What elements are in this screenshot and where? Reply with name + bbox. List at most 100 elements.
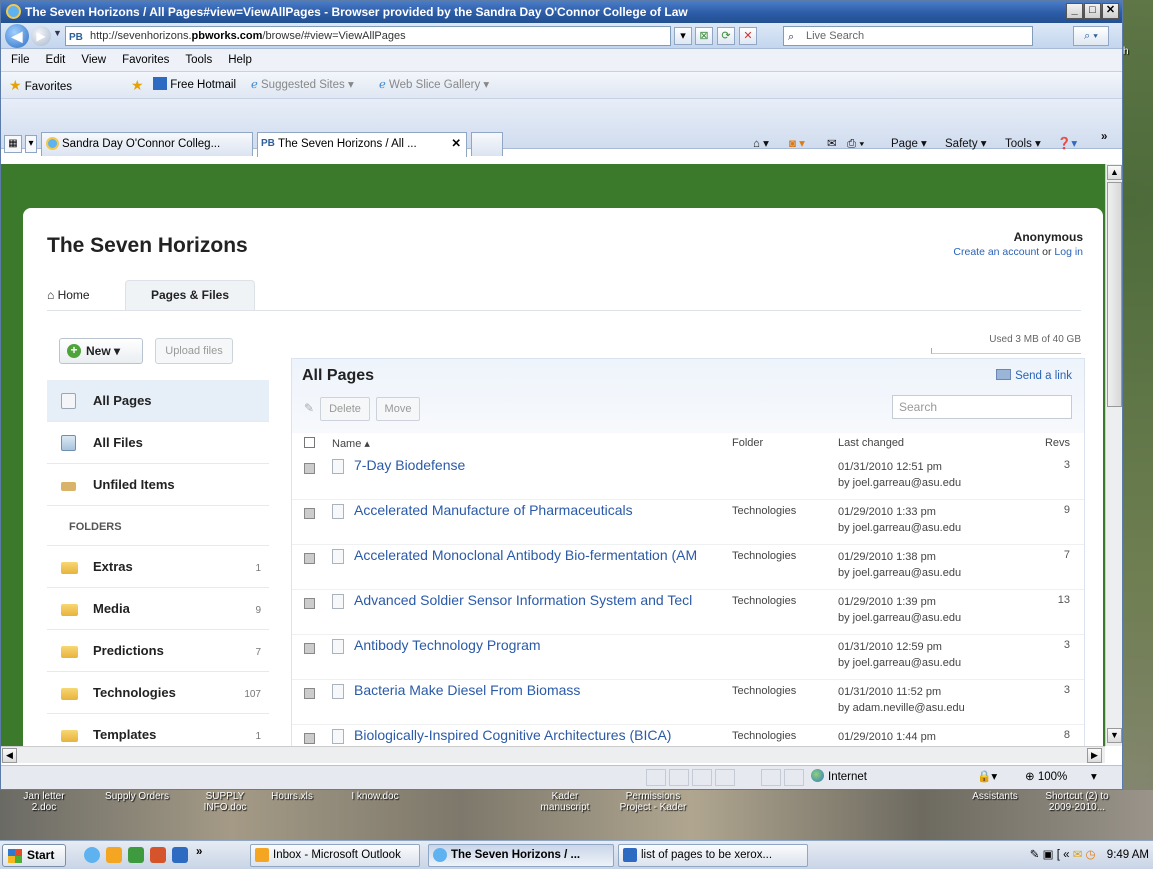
desktop-icon[interactable]: I know.doc bbox=[335, 791, 415, 802]
stop-icon[interactable]: ✕ bbox=[739, 27, 757, 45]
zoom-dropdown-icon[interactable]: ▾ bbox=[1091, 766, 1097, 788]
column-changed-header[interactable]: Last changed bbox=[838, 437, 904, 449]
delete-button[interactable]: Delete bbox=[320, 397, 370, 421]
outlook-quicklaunch-icon[interactable] bbox=[106, 847, 122, 863]
page-name-link[interactable]: Advanced Soldier Sensor Information Syst… bbox=[354, 592, 734, 608]
desktop-icon[interactable]: Shortcut (2) to 2009-2010... bbox=[1032, 791, 1122, 813]
desktop-icon[interactable]: Jan letter 2.doc bbox=[14, 791, 74, 813]
horizontal-scrollbar[interactable]: ◀ ▶ bbox=[1, 746, 1105, 763]
change-author[interactable]: by joel.garreau@asu.edu bbox=[838, 657, 961, 669]
tools-menu[interactable]: Tools ▾ bbox=[1005, 134, 1041, 154]
page-name-link[interactable]: Biologically-Inspired Cognitive Architec… bbox=[354, 727, 734, 743]
fav-link-hotmail[interactable]: Free Hotmail bbox=[153, 72, 236, 98]
page-revs[interactable]: 8 bbox=[1030, 729, 1070, 741]
column-revs-header[interactable]: Revs bbox=[1045, 437, 1070, 449]
help-icon[interactable]: ❓▾ bbox=[1057, 134, 1077, 154]
pages-search-input[interactable]: Search bbox=[892, 395, 1072, 419]
table-row[interactable]: Accelerated Manufacture of Pharmaceutica… bbox=[292, 500, 1084, 545]
page-name-link[interactable]: Antibody Technology Program bbox=[354, 637, 734, 653]
scroll-right-icon[interactable]: ▶ bbox=[1087, 748, 1102, 763]
fav-link-suggested[interactable]: ℯ Suggested Sites ▾ bbox=[251, 72, 354, 98]
table-row[interactable]: 7-Day Biodefense 01/31/2010 12:51 pm by jo… bbox=[292, 455, 1084, 500]
desktop-icon[interactable]: Supply Orders bbox=[92, 791, 182, 802]
close-tab-icon[interactable]: ✕ bbox=[451, 133, 461, 155]
change-author[interactable]: by joel.garreau@asu.edu bbox=[838, 477, 961, 489]
change-author[interactable]: by adam.neville@asu.edu bbox=[838, 702, 965, 714]
search-go-button[interactable]: ⌕ ▾ bbox=[1073, 26, 1109, 46]
scroll-thumb[interactable] bbox=[1107, 182, 1122, 407]
sidebar-folder-media[interactable]: Media 9 bbox=[47, 588, 269, 630]
page-name-link[interactable]: 7-Day Biodefense bbox=[354, 457, 734, 473]
change-author[interactable]: by joel.garreau@asu.edu bbox=[838, 567, 961, 579]
desktop-icon[interactable]: Permissions Project - Kader bbox=[608, 791, 698, 813]
menu-help[interactable]: Help bbox=[228, 49, 252, 71]
new-tab-button[interactable] bbox=[471, 132, 503, 156]
menu-file[interactable]: File bbox=[11, 49, 30, 71]
reminder-icon[interactable]: ◷ bbox=[1086, 849, 1096, 861]
powerpoint-quicklaunch-icon[interactable] bbox=[150, 847, 166, 863]
task-seven-horizons[interactable]: The Seven Horizons / ... bbox=[428, 844, 614, 867]
page-revs[interactable]: 3 bbox=[1030, 459, 1070, 471]
upload-files-button[interactable]: Upload files bbox=[155, 338, 233, 364]
mail-icon[interactable]: ✉ bbox=[1073, 849, 1083, 861]
page-folder[interactable]: Technologies bbox=[732, 550, 796, 562]
live-search-input[interactable]: ⌕ Live Search bbox=[783, 26, 1033, 46]
tablet-icon[interactable]: ▣ bbox=[1043, 849, 1054, 861]
page-folder[interactable]: Technologies bbox=[732, 730, 796, 742]
login-link[interactable]: Log in bbox=[1054, 246, 1083, 258]
page-name-link[interactable]: Bacteria Make Diesel From Biomass bbox=[354, 682, 734, 698]
back-button[interactable]: ◀ bbox=[5, 24, 29, 48]
quicklaunch-overflow-icon[interactable]: » bbox=[196, 846, 202, 858]
forward-button[interactable]: ▶ bbox=[31, 26, 51, 46]
change-author[interactable]: by joel.garreau@asu.edu bbox=[838, 612, 961, 624]
sidebar-folder-templates[interactable]: Templates 1 bbox=[47, 714, 269, 746]
page-revs[interactable]: 9 bbox=[1030, 504, 1070, 516]
page-name-link[interactable]: Accelerated Monoclonal Antibody Bio-ferm… bbox=[354, 547, 734, 563]
row-checkbox[interactable] bbox=[304, 553, 315, 564]
row-checkbox[interactable] bbox=[304, 733, 315, 744]
minimize-button[interactable]: _ bbox=[1066, 3, 1083, 19]
excel-quicklaunch-icon[interactable] bbox=[128, 847, 144, 863]
pen-icon[interactable]: ✎ bbox=[1030, 849, 1040, 861]
row-checkbox[interactable] bbox=[304, 508, 315, 519]
scroll-up-icon[interactable]: ▲ bbox=[1107, 165, 1122, 180]
row-checkbox[interactable] bbox=[304, 598, 315, 609]
row-checkbox[interactable] bbox=[304, 463, 315, 474]
sidebar-item-all-pages[interactable]: All Pages bbox=[47, 380, 269, 422]
clock[interactable]: 9:49 AM bbox=[1107, 849, 1149, 861]
move-button[interactable]: Move bbox=[376, 397, 420, 421]
recent-pages-dropdown-icon[interactable]: ▼ bbox=[53, 28, 62, 38]
scroll-left-icon[interactable]: ◀ bbox=[2, 748, 17, 763]
page-menu[interactable]: Page ▾ bbox=[891, 134, 927, 154]
page-folder[interactable]: Technologies bbox=[732, 685, 796, 697]
read-mail-icon[interactable]: ✉ bbox=[827, 134, 837, 154]
row-checkbox[interactable] bbox=[304, 688, 315, 699]
menu-view[interactable]: View bbox=[81, 49, 106, 71]
menu-favorites[interactable]: Favorites bbox=[122, 49, 169, 71]
desktop-icon[interactable]: Kader manuscript bbox=[530, 791, 600, 813]
send-link-button[interactable]: Send a link bbox=[996, 369, 1072, 382]
sidebar-item-all-files[interactable]: All Files bbox=[47, 422, 269, 464]
word-quicklaunch-icon[interactable] bbox=[172, 847, 188, 863]
feeds-icon[interactable]: ◙ ▾ bbox=[789, 134, 805, 154]
nav-home-link[interactable]: ⌂ Home bbox=[47, 288, 90, 302]
close-button[interactable]: ✕ bbox=[1102, 3, 1119, 19]
column-name-header[interactable]: Name ▴ bbox=[332, 437, 370, 450]
table-row[interactable]: Advanced Soldier Sensor Information Syst… bbox=[292, 590, 1084, 635]
desktop-icon[interactable]: SUPPLY INFO.doc bbox=[190, 791, 260, 813]
table-row[interactable]: Bacteria Make Diesel From Biomass Technol… bbox=[292, 680, 1084, 725]
select-all-checkbox[interactable] bbox=[304, 437, 315, 448]
create-account-link[interactable]: Create an account bbox=[953, 246, 1039, 258]
page-revs[interactable]: 3 bbox=[1030, 639, 1070, 651]
overflow-chevron-icon[interactable]: » bbox=[1101, 127, 1107, 147]
start-button[interactable]: Start bbox=[2, 844, 66, 867]
sidebar-folder-predictions[interactable]: Predictions 7 bbox=[47, 630, 269, 672]
home-icon[interactable]: ⌂ ▾ bbox=[753, 134, 769, 154]
quick-tabs-icon[interactable]: ▦ bbox=[4, 135, 22, 153]
page-name-link[interactable]: Accelerated Manufacture of Pharmaceutica… bbox=[354, 502, 734, 518]
table-row[interactable]: Antibody Technology Program 01/31/2010 12… bbox=[292, 635, 1084, 680]
nav-pages-files-tab[interactable]: Pages & Files bbox=[125, 280, 255, 311]
zoom-level[interactable]: ⊕ 100% bbox=[1025, 766, 1067, 788]
desktop-icon[interactable]: Hours.xls bbox=[262, 791, 322, 802]
ie-quicklaunch-icon[interactable] bbox=[84, 847, 100, 863]
